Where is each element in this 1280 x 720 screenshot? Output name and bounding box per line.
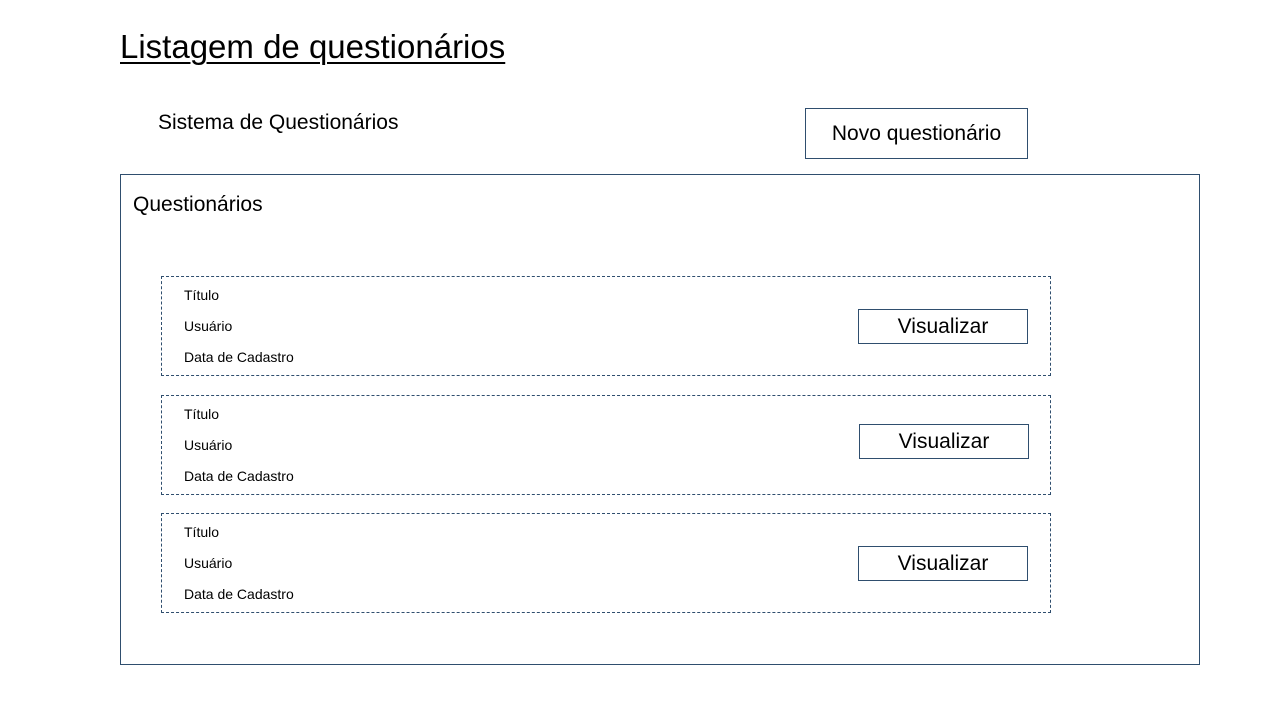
new-questionnaire-button[interactable]: Novo questionário (805, 108, 1028, 159)
questionnaire-card: Título Usuário Data de Cadastro Visualiz… (161, 276, 1051, 376)
view-button[interactable]: Visualizar (858, 309, 1028, 344)
card-date: Data de Cadastro (184, 586, 294, 602)
panel-title: Questionários (133, 193, 263, 216)
questionnaire-card: Título Usuário Data de Cadastro Visualiz… (161, 395, 1051, 495)
card-date: Data de Cadastro (184, 468, 294, 484)
card-title: Título (184, 406, 220, 422)
card-date: Data de Cadastro (184, 349, 294, 365)
questionnaires-panel: Questionários Título Usuário Data de Cad… (120, 174, 1200, 665)
card-user: Usuário (184, 555, 233, 571)
questionnaire-card: Título Usuário Data de Cadastro Visualiz… (161, 513, 1051, 613)
page-title: Listagem de questionários (120, 28, 506, 65)
card-title: Título (184, 287, 220, 303)
card-user: Usuário (184, 318, 233, 334)
view-button[interactable]: Visualizar (858, 546, 1028, 581)
card-title: Título (184, 524, 220, 540)
card-user: Usuário (184, 437, 233, 453)
system-name: Sistema de Questionários (158, 111, 399, 134)
view-button[interactable]: Visualizar (859, 424, 1029, 459)
